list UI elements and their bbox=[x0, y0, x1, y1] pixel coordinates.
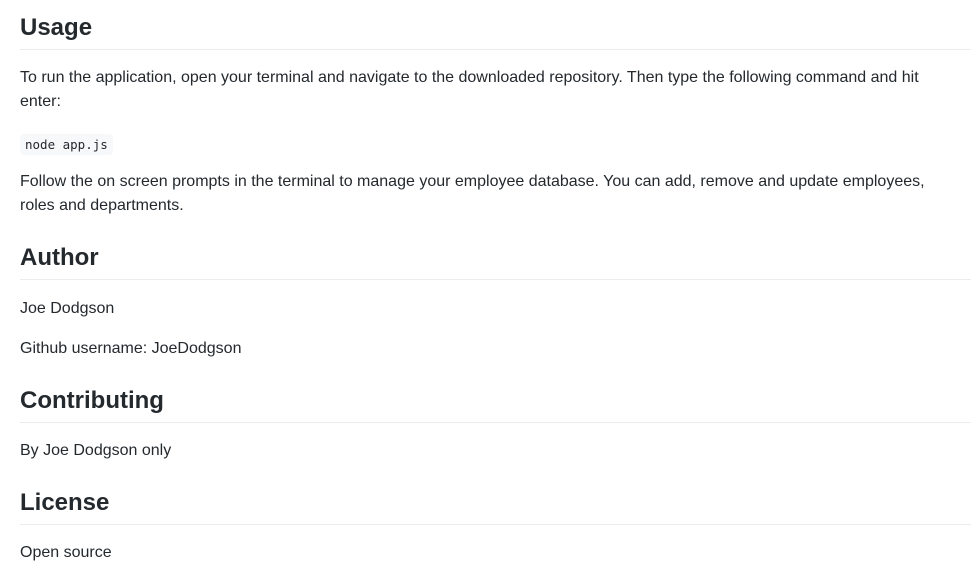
license-text: Open source bbox=[20, 544, 112, 561]
readme-content: Usage To run the application, open your … bbox=[0, 0, 976, 580]
contributing-heading: Contributing bbox=[20, 386, 971, 423]
author-name: Joe Dodgson bbox=[20, 300, 115, 317]
license-heading: License bbox=[20, 488, 971, 525]
author-heading: Author bbox=[20, 243, 971, 280]
usage-followup: Follow the on screen prompts in the term… bbox=[20, 173, 925, 214]
author-github: Github username: JoeDodgson bbox=[20, 340, 242, 357]
usage-heading: Usage bbox=[20, 13, 971, 50]
usage-intro: To run the application, open your termin… bbox=[20, 69, 919, 110]
contributing-text: By Joe Dodgson only bbox=[20, 442, 172, 459]
command-code: node app.js bbox=[20, 134, 113, 155]
